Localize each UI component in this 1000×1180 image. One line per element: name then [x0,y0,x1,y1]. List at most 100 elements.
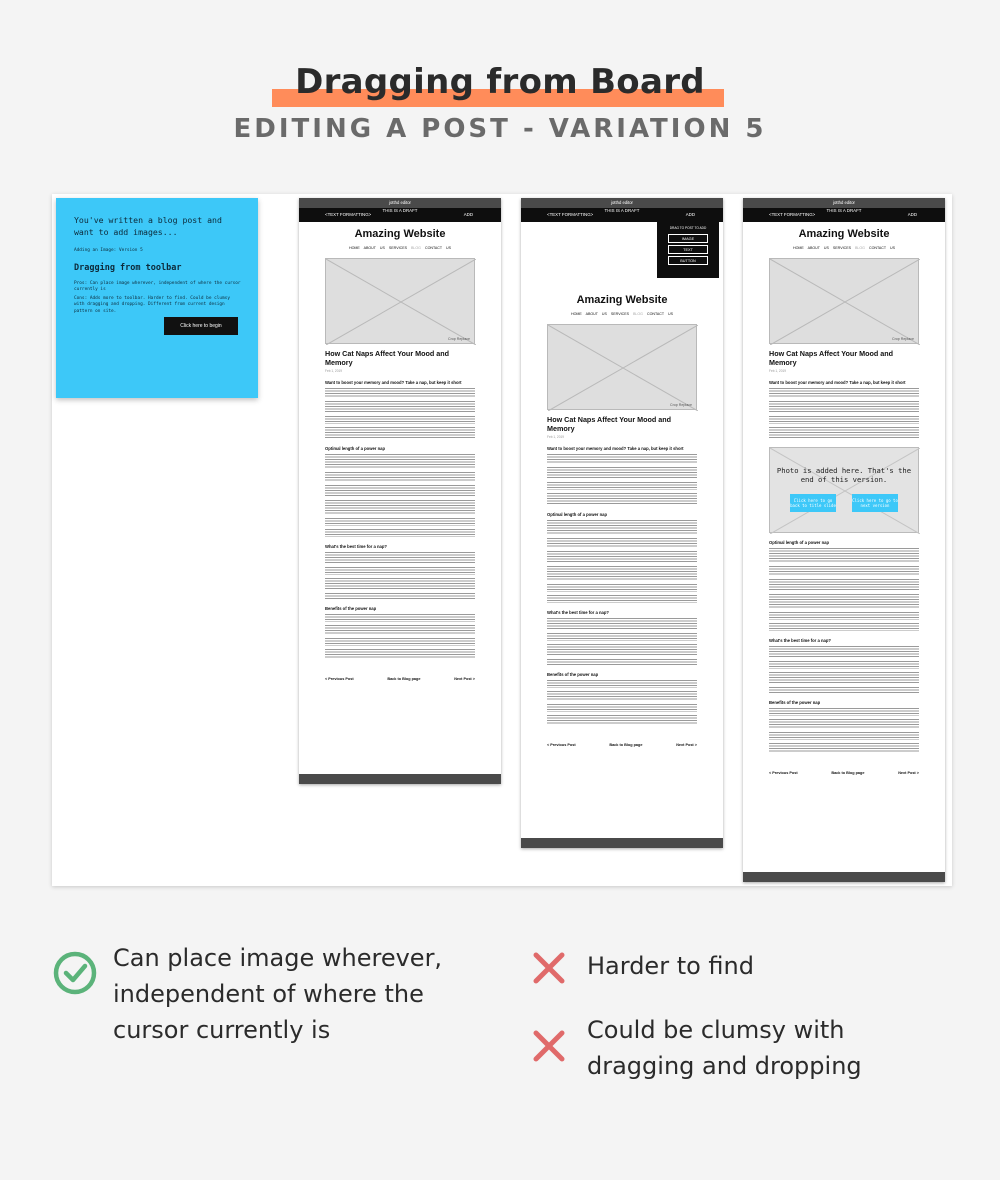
nav-blog[interactable]: BLOG [855,246,865,250]
paragraph [769,416,919,424]
paragraph [325,518,475,526]
nav-contact[interactable]: CONTACT US [869,246,895,250]
paragraph [325,625,475,635]
image-caption[interactable]: Crop Replace [448,337,470,341]
paragraph [325,593,475,599]
paragraph [769,612,919,620]
paragraph [325,416,475,424]
nav-services[interactable]: SERVICES [833,246,851,250]
paragraph [325,500,475,515]
site-nav: HOME ABOUT US SERVICES BLOG CONTACT US [299,246,501,250]
drag-menu: DRAG TO POST TO ADD IMAGE TEXT BUTTON [657,222,719,278]
nav-home[interactable]: HOME [793,246,804,250]
card-question: You've written a blog post and want to a… [74,215,222,237]
image-placeholder[interactable]: Crop Replace [769,258,920,345]
image-placeholder-icon [548,325,698,411]
nav-contact[interactable]: CONTACT US [425,246,451,250]
added-photo-placeholder-icon [770,448,920,534]
post-title: How Cat Naps Affect Your Mood and Memory [325,349,450,367]
previous-post-link[interactable]: < Previous Post [547,743,576,747]
paragraph [325,614,475,622]
image-placeholder-icon [326,259,476,345]
nav-about[interactable]: ABOUT US [808,246,829,250]
section-heading: Optimal length of a power nap [769,540,830,545]
previous-post-link[interactable]: < Previous Post [325,677,354,681]
nav-services[interactable]: SERVICES [389,246,407,250]
section-heading: Want to boost your memory and mood? Take… [325,380,462,385]
paragraph [769,661,919,669]
text-formatting-button[interactable]: <TEXT FORMATTING> [325,212,371,217]
paragraph [547,715,697,725]
intro-card: You've written a blog post and want to a… [56,198,258,398]
added-photo[interactable]: Photo is added here. That's the end of t… [769,447,920,534]
paragraph [769,427,919,439]
drag-menu-title: DRAG TO POST TO ADD [669,226,707,230]
nav-services[interactable]: SERVICES [611,312,629,316]
paragraph [769,672,919,684]
paragraph [325,552,475,564]
post-date: Feb 1, 2019 [547,435,565,439]
paragraph [769,548,919,563]
back-to-blog-link[interactable]: Back to Blog page [831,771,864,775]
section-heading: Benefits of the power nap [547,672,599,677]
post-date: Feb 1, 2019 [769,369,787,373]
paragraph [547,584,697,592]
nav-about[interactable]: ABOUT US [586,312,607,316]
nav-home[interactable]: HOME [571,312,582,316]
image-placeholder-icon [770,259,920,345]
paragraph [547,566,697,581]
paragraph [325,567,475,575]
pro-item: Can place image wherever, independent of… [113,944,443,1044]
page-subtitle: EDITING A POST - VARIATION 5 [233,114,767,144]
nav-home[interactable]: HOME [349,246,360,250]
post-date: Feb 1, 2019 [325,369,343,373]
nav-contact[interactable]: CONTACT US [647,312,673,316]
post-title: How Cat Naps Affect Your Mood and Memory [769,349,894,367]
paragraph [325,485,475,497]
editor-frame-3: jotthd editor THIS IS A DRAFT <TEXT FORM… [743,198,945,882]
nav-about[interactable]: ABOUT US [364,246,385,250]
nav-blog[interactable]: BLOG [633,312,643,316]
paragraph [769,732,919,740]
section-heading: What's the best time for a nap? [547,610,609,615]
editor-bottom-bar [521,838,723,848]
image-placeholder[interactable]: Crop Replace [547,324,698,411]
next-post-link[interactable]: Next Post > [898,771,919,775]
text-formatting-button[interactable]: <TEXT FORMATTING> [769,212,815,217]
section-heading: What's the best time for a nap? [769,638,831,643]
nav-blog[interactable]: BLOG [411,246,421,250]
begin-button[interactable]: Click here to begin [164,317,238,335]
paragraph [325,401,475,413]
back-to-blog-link[interactable]: Back to Blog page [609,743,642,747]
add-button[interactable]: ADD [686,212,695,217]
paragraph [547,618,697,630]
paragraph [769,687,919,693]
drag-button-option[interactable]: BUTTON [668,256,708,265]
back-to-blog-link[interactable]: Back to Blog page [387,677,420,681]
page-title: Dragging from Board [295,62,705,102]
paragraph [325,472,475,482]
drag-image-option[interactable]: IMAGE [668,234,708,243]
back-to-title-button[interactable]: Click here to go back to title slide [790,494,836,512]
previous-post-link[interactable]: < Previous Post [769,771,798,775]
image-caption[interactable]: Crop Replace [670,403,692,407]
add-button[interactable]: ADD [908,212,917,217]
paragraph [547,680,697,688]
image-caption[interactable]: Crop Replace [892,337,914,341]
card-heading: Dragging from toolbar [74,263,182,273]
next-post-link[interactable]: Next Post > [676,743,697,747]
add-button[interactable]: ADD [464,212,473,217]
drag-text-option[interactable]: TEXT [668,245,708,254]
paragraph [325,427,475,439]
paragraph [769,594,919,609]
image-placeholder[interactable]: Crop Replace [325,258,476,345]
next-post-link[interactable]: Next Post > [454,677,475,681]
editor-bottom-bar [743,872,945,882]
section-heading: Benefits of the power nap [769,700,821,705]
paragraph [547,633,697,641]
site-nav: HOME ABOUT US SERVICES BLOG CONTACT US [743,246,945,250]
paragraph [769,566,919,576]
paragraph [325,529,475,537]
text-formatting-button[interactable]: <TEXT FORMATTING> [547,212,593,217]
next-version-button[interactable]: Click here to go to next version [852,494,898,512]
